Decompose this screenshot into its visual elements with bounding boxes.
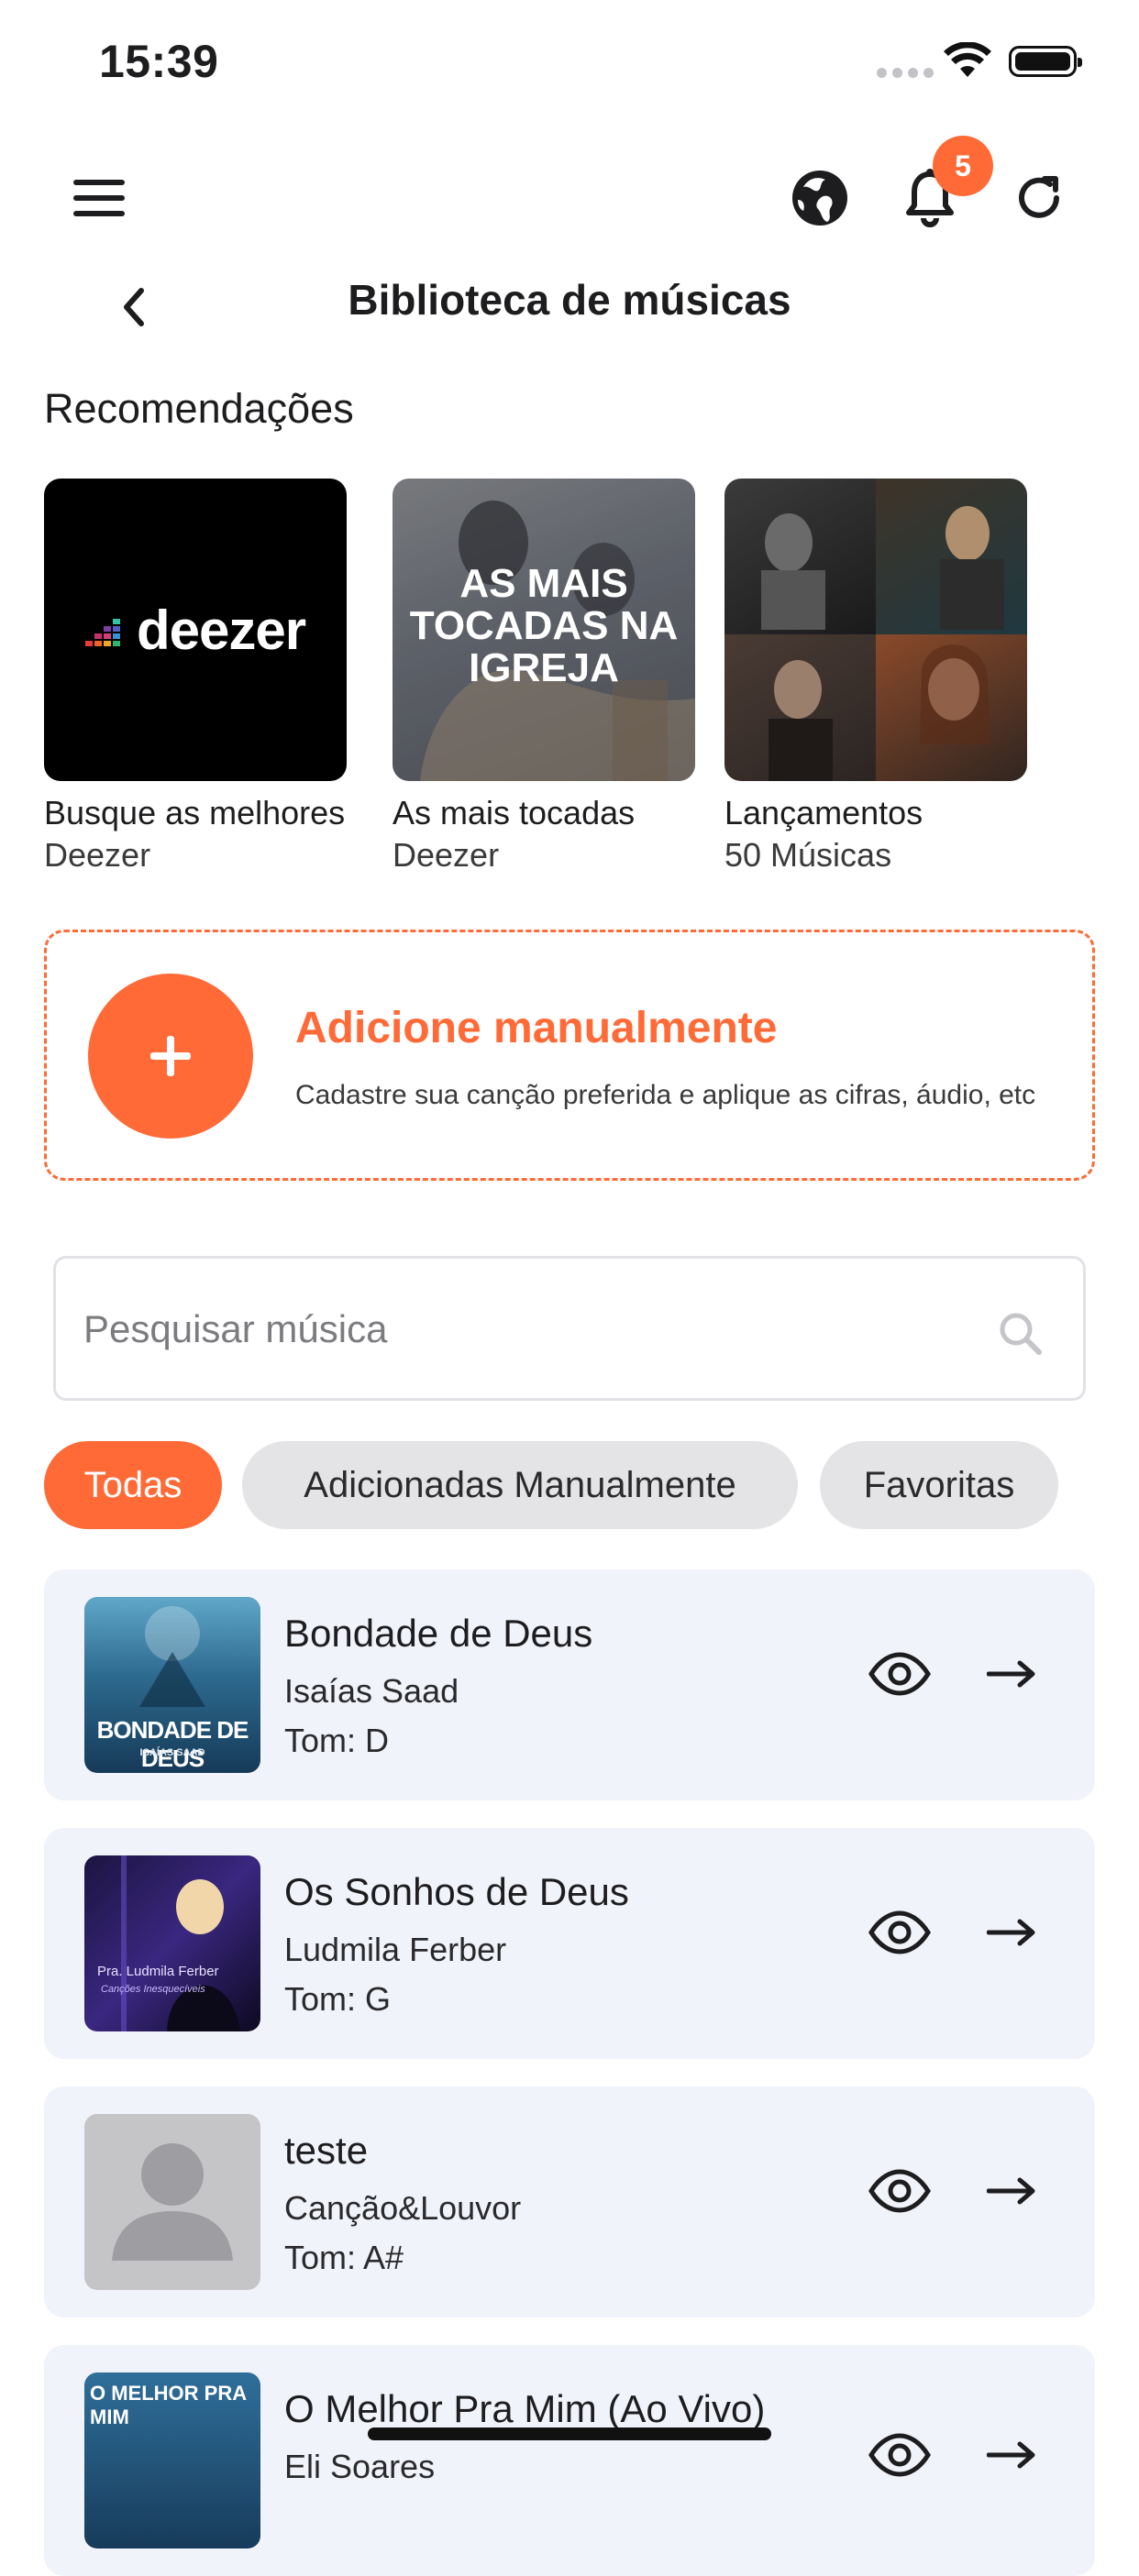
song-title: Os Sonhos de Deus (284, 1870, 629, 1913)
arrow-right-icon[interactable] (986, 1659, 1036, 1693)
song-card[interactable]: teste Canção&Louvor Tom: A# (44, 2086, 1095, 2317)
deezer-cover: deezer (44, 479, 347, 781)
rec-card-lancamentos[interactable]: Lançamentos 50 Músicas (724, 479, 1027, 875)
cellular-signal-icon (877, 68, 934, 78)
song-card[interactable]: O MELHOR PRA MIM O Melhor Pra Mim (Ao Vi… (44, 2345, 1095, 2576)
eye-icon[interactable] (868, 1652, 932, 1701)
song-title: O Melhor Pra Mim (Ao Vivo) (284, 2387, 766, 2430)
eye-icon[interactable] (868, 2169, 932, 2218)
status-time: 15:39 (99, 36, 219, 87)
filter-chip-todas[interactable]: Todas (44, 1441, 222, 1529)
add-manual-title: Adicione manualmente (295, 1004, 778, 1052)
notification-badge: 5 (933, 136, 993, 196)
search-input[interactable] (82, 1259, 966, 1400)
rec-subtitle: Deezer (44, 836, 151, 874)
song-card[interactable]: BONDADE DE DEUS ISAÍAS SAAD Bondade de D… (44, 1569, 1095, 1800)
eye-icon[interactable] (868, 1910, 932, 1959)
search-field[interactable] (53, 1256, 1086, 1401)
mais-tocadas-cover: AS MAIS TOCADAS NA IGREJA (393, 479, 695, 781)
deezer-logo-icon (84, 611, 127, 648)
add-button[interactable] (88, 974, 253, 1139)
add-manual-description: Cadastre sua canção preferida e aplique … (295, 1080, 1036, 1110)
album-cover: BONDADE DE DEUS ISAÍAS SAAD (84, 1597, 260, 1773)
battery-icon (1009, 46, 1082, 77)
rec-subtitle: Deezer (393, 836, 500, 874)
album-cover: O MELHOR PRA MIM (84, 2372, 260, 2548)
song-key: Tom: D (284, 1722, 390, 1759)
search-icon[interactable] (998, 1311, 1044, 1361)
page-title: Biblioteca de músicas (348, 276, 791, 324)
deezer-wordmark: deezer (136, 599, 306, 661)
recommendations-title: Recomendações (44, 385, 354, 432)
rec-title: Busque as melhores (44, 794, 346, 831)
song-artist: Isaías Saad (284, 1672, 459, 1710)
song-artist: Ludmila Ferber (284, 1931, 507, 1968)
home-indicator[interactable] (368, 2427, 771, 2440)
rec-subtitle: 50 Músicas (724, 836, 892, 874)
song-card[interactable]: Pra. Ludmila Ferber Canções Inesquecívei… (44, 1828, 1095, 2059)
rec-card-mais-tocadas[interactable]: AS MAIS TOCADAS NA IGREJA As mais tocada… (393, 479, 695, 875)
filter-chip-favoritas[interactable]: Favoritas (820, 1441, 1058, 1529)
song-title: Bondade de Deus (284, 1612, 593, 1655)
song-artist: Canção&Louvor (284, 2189, 522, 2227)
refresh-icon[interactable] (1003, 161, 1077, 235)
album-cover: Pra. Ludmila Ferber Canções Inesquecívei… (84, 1855, 260, 2031)
rec-title: As mais tocadas (393, 794, 636, 831)
rec-card-deezer[interactable]: deezer Busque as melhores Deezer (44, 479, 347, 875)
filter-chip-adicionadas[interactable]: Adicionadas Manualmente (242, 1441, 798, 1529)
plus-icon (150, 1036, 191, 1076)
cover-text: AS MAIS TOCADAS NA IGREJA (409, 561, 679, 690)
arrow-right-icon[interactable] (986, 2176, 1036, 2210)
song-key: Tom: A# (284, 2239, 404, 2276)
song-title: teste (284, 2129, 369, 2172)
lancamentos-collage (724, 479, 1027, 781)
avatar-placeholder-icon (84, 2114, 260, 2290)
song-key: Tom: G (284, 1980, 392, 2018)
arrow-right-icon[interactable] (986, 1918, 1036, 1952)
song-artist: Eli Soares (284, 2448, 436, 2485)
eye-icon[interactable] (868, 2433, 932, 2482)
arrow-right-icon[interactable] (986, 2440, 1036, 2474)
wifi-icon (943, 41, 992, 83)
menu-icon[interactable] (62, 161, 136, 235)
rec-title: Lançamentos (724, 794, 923, 831)
globe-icon[interactable] (783, 161, 857, 235)
